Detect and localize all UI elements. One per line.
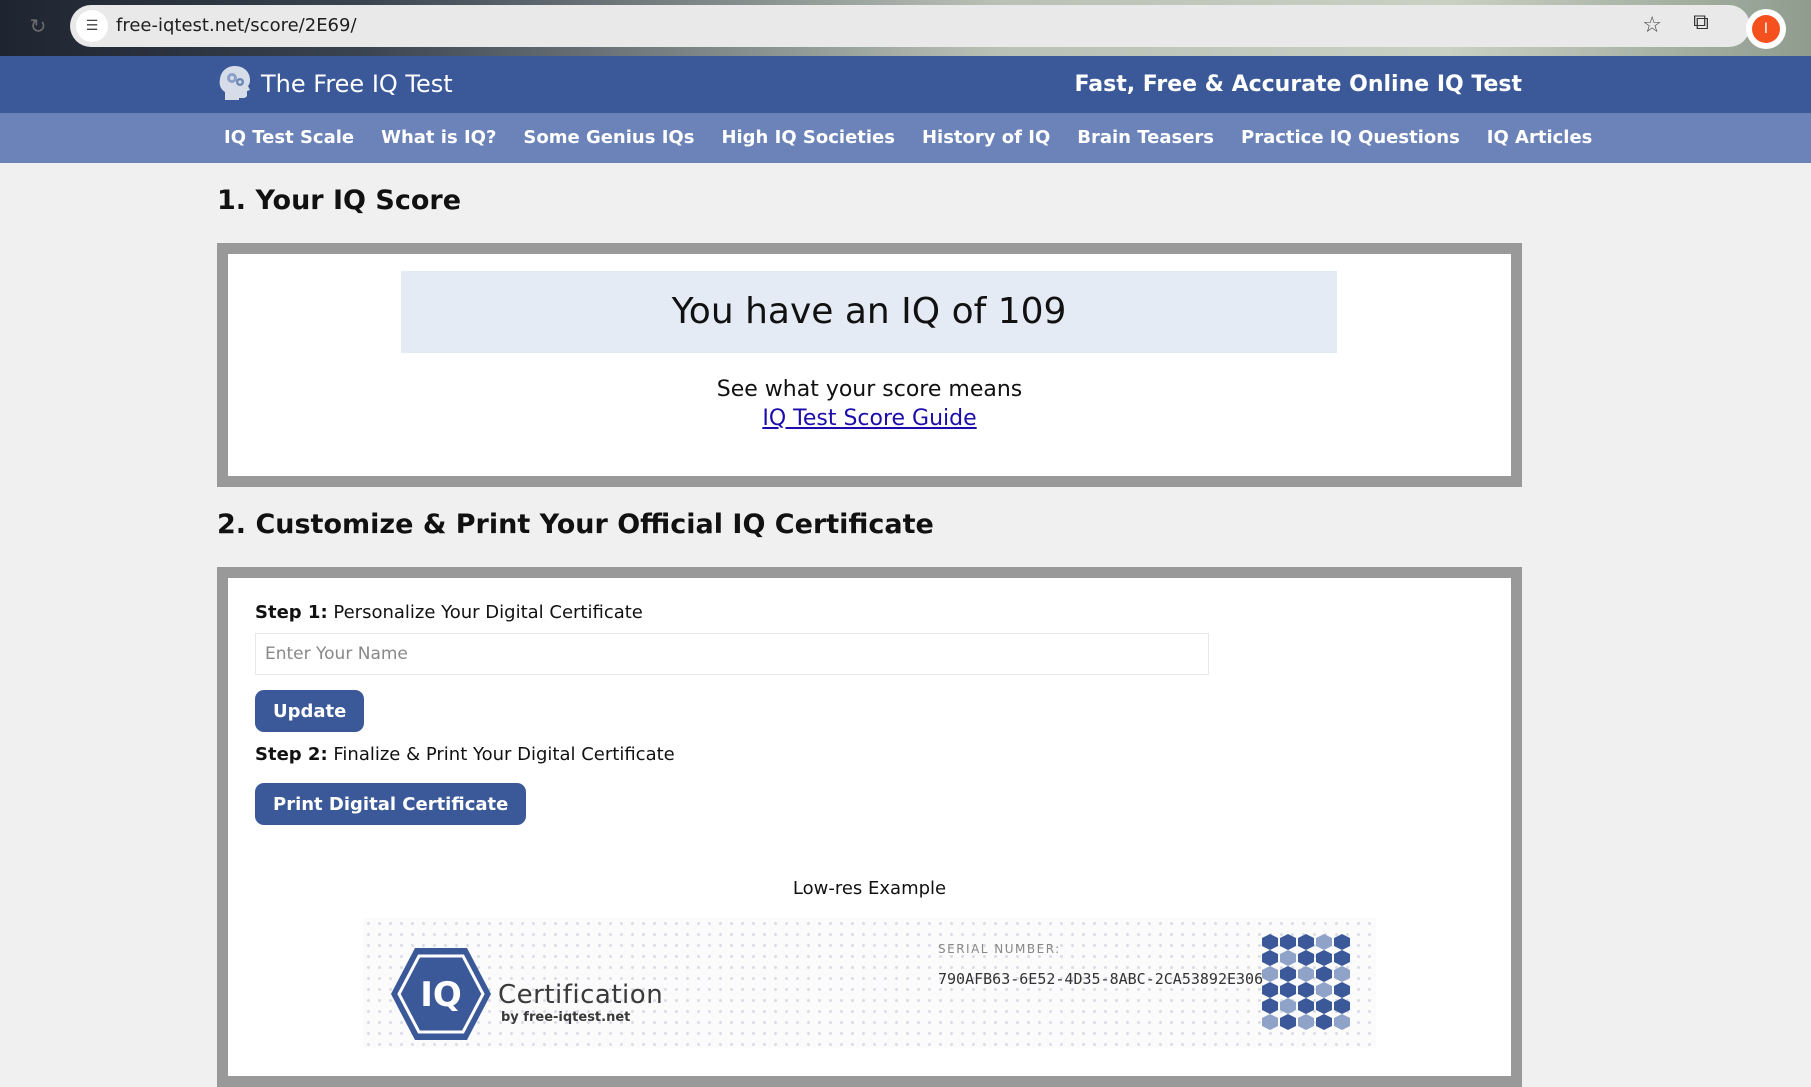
- site-tagline: Fast, Free & Accurate Online IQ Test: [1074, 72, 1522, 97]
- badge-text: IQ: [420, 975, 462, 1015]
- nav-item-practice-iq-questions[interactable]: Practice IQ Questions: [1241, 113, 1460, 163]
- hex-dot-code-icon: [1262, 934, 1350, 1030]
- cert-brand-text: Certification: [498, 980, 664, 1010]
- score-means-text: See what your score means: [716, 377, 1023, 402]
- step2-prefix: Step 2:: [255, 744, 328, 765]
- nav-item-brain-teasers[interactable]: Brain Teasers: [1077, 113, 1214, 163]
- nav-item-high-iq-societies[interactable]: High IQ Societies: [721, 113, 895, 163]
- score-guide-link-wrapper: IQ Test Score Guide: [228, 406, 1511, 431]
- example-caption: Low-res Example: [792, 878, 947, 899]
- serial-number-label: SERIAL NUMBER:: [938, 942, 1061, 956]
- certificate-box: Step 1: Personalize Your Digital Certifi…: [217, 567, 1522, 1087]
- nav-item-iq-articles[interactable]: IQ Articles: [1487, 113, 1593, 163]
- nav-item-what-is-iq[interactable]: What is IQ?: [381, 113, 496, 163]
- certificate-section-heading: 2. Customize & Print Your Official IQ Ce…: [217, 509, 934, 540]
- step1-label: Step 1: Personalize Your Digital Certifi…: [255, 602, 643, 623]
- serial-number-value: 790AFB63-6E52-4D35-8ABC-2CA53892E306: [938, 970, 1264, 988]
- nav-item-history-of-iq[interactable]: History of IQ: [922, 113, 1050, 163]
- cert-by-line: by free-iqtest.net: [501, 1010, 631, 1025]
- update-button[interactable]: Update: [255, 690, 365, 732]
- score-guide-link[interactable]: IQ Test Score Guide: [762, 406, 976, 431]
- score-section-heading: 1. Your IQ Score: [217, 185, 462, 216]
- site-info-icon[interactable]: ☰: [76, 10, 108, 42]
- browser-toolbar: ↻ ☰ free-iqtest.net/score/2E69/ ☆ ⧉ I: [0, 0, 1811, 56]
- iq-score-panel: You have an IQ of 109: [401, 271, 1337, 353]
- url-text[interactable]: free-iqtest.net/score/2E69/: [116, 5, 357, 47]
- profile-initial: I: [1752, 15, 1780, 43]
- bookmark-star-icon[interactable]: ☆: [1642, 5, 1662, 47]
- step1-prefix: Step 1:: [255, 602, 328, 623]
- print-certificate-button[interactable]: Print Digital Certificate: [255, 783, 527, 825]
- nav-item-some-genius-iqs[interactable]: Some Genius IQs: [523, 113, 694, 163]
- address-bar[interactable]: ☰ free-iqtest.net/score/2E69/ ☆: [70, 5, 1750, 47]
- iq-hexagon-badge-icon: IQ: [391, 948, 491, 1040]
- main-nav: IQ Test Scale What is IQ? Some Genius IQ…: [0, 113, 1811, 163]
- extensions-icon[interactable]: ⧉: [1688, 10, 1714, 36]
- site-title[interactable]: The Free IQ Test: [261, 56, 453, 113]
- step1-text: Personalize Your Digital Certificate: [327, 602, 643, 623]
- nav-item-iq-test-scale[interactable]: IQ Test Scale: [224, 113, 354, 163]
- step2-label: Step 2: Finalize & Print Your Digital Ce…: [255, 744, 675, 765]
- score-box: You have an IQ of 109 See what your scor…: [217, 243, 1522, 487]
- certificate-preview-image: IQ Certification by free-iqtest.net SERI…: [363, 918, 1376, 1048]
- reload-icon[interactable]: ↻: [24, 12, 52, 40]
- step2-text: Finalize & Print Your Digital Certificat…: [327, 744, 675, 765]
- site-header: The Free IQ Test Fast, Free & Accurate O…: [0, 56, 1811, 113]
- name-input[interactable]: [255, 633, 1209, 675]
- brain-head-logo-icon[interactable]: [217, 64, 253, 102]
- profile-avatar[interactable]: I: [1746, 9, 1786, 49]
